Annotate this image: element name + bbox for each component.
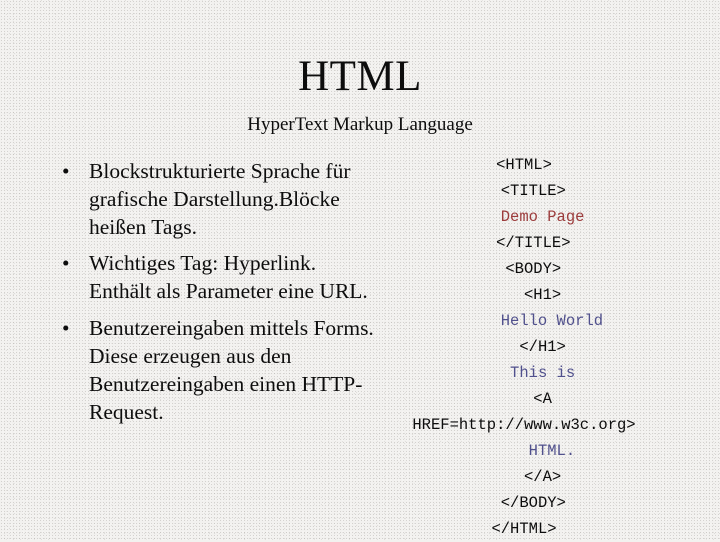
slide-title-block: HTML HyperText Markup Language xyxy=(0,55,720,134)
code-line: <A xyxy=(496,390,552,408)
bullet-marker-icon: • xyxy=(62,251,70,276)
code-line: HREF=http://www.w3c.org> xyxy=(412,416,636,434)
code-line: </H1> xyxy=(482,338,566,356)
list-item-text: Benutzereingaben mittels Forms. Diese er… xyxy=(89,316,374,424)
code-line: </HTML> xyxy=(491,520,557,538)
slide-subtitle: HyperText Markup Language xyxy=(247,114,473,135)
list-item-text: Wichtiges Tag: Hyperlink. Enthält als Pa… xyxy=(89,251,368,304)
code-line: <TITLE> xyxy=(482,182,566,200)
code-line: <BODY> xyxy=(486,260,562,278)
bullet-marker-icon: • xyxy=(62,159,70,183)
list-item: • Benutzereingaben mittels Forms. Diese … xyxy=(56,315,374,426)
code-line: This is xyxy=(472,364,576,382)
list-item: • Blockstrukturierte Sprache für grafisc… xyxy=(56,158,374,241)
bullet-list: • Blockstrukturierte Sprache für grafisc… xyxy=(56,158,374,426)
bullet-marker-icon: • xyxy=(62,316,70,341)
code-line: </TITLE> xyxy=(477,234,571,252)
code-line: Demo Page xyxy=(463,208,585,226)
html-code-sample: <HTML> <TITLE> Demo Page </TITLE> <BODY>… xyxy=(374,152,674,542)
code-line: </A> xyxy=(486,468,562,486)
page-title: HTML xyxy=(298,53,422,100)
list-item: • Wichtiges Tag: Hyperlink. Enthält als … xyxy=(56,250,374,306)
code-line: <H1> xyxy=(486,286,562,304)
code-line: <HTML> xyxy=(496,156,552,174)
code-line: Hello World xyxy=(444,312,604,330)
code-line: </BODY> xyxy=(482,494,566,512)
presentation-slide: HTML HyperText Markup Language • Blockst… xyxy=(0,0,720,540)
list-item-text: Blockstrukturierte Sprache für grafische… xyxy=(89,159,351,239)
code-line: HTML. xyxy=(472,442,576,460)
